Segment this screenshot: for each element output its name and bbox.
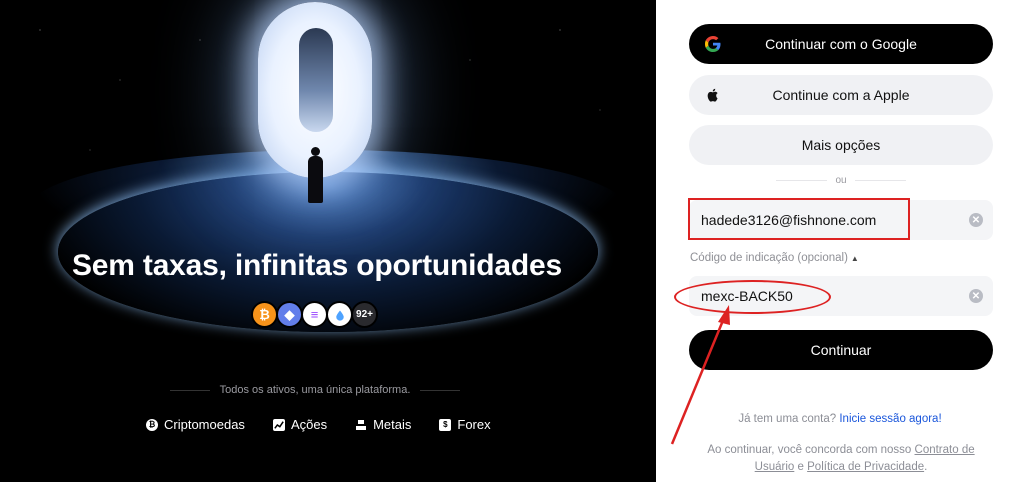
asset-label: Ações: [290, 417, 328, 432]
or-label: ou: [835, 175, 847, 186]
asset-label: Metais: [373, 417, 412, 432]
asset-forex[interactable]: $ Forex: [439, 417, 491, 432]
annotation-rectangle: [688, 198, 910, 240]
metals-icon: [355, 419, 367, 431]
ethereum-icon: ◆: [276, 301, 303, 328]
continue-label: Continuar: [810, 342, 872, 358]
auth-panel: Continuar com o Google Continue com a Ap…: [656, 0, 1024, 482]
asset-stocks[interactable]: Ações: [272, 417, 328, 432]
google-login-button[interactable]: Continuar com o Google: [689, 24, 993, 64]
login-prompt: Já tem uma conta? Inicie sessão agora!: [656, 413, 1024, 425]
referral-label: Código de indicação (opcional): [690, 252, 848, 264]
terms-suffix: .: [924, 461, 928, 473]
terms-text: Ao continuar, você concorda com nosso Co…: [686, 442, 996, 476]
more-options-label: Mais opções: [801, 137, 881, 153]
tagline-row: Todos os ativos, uma única plataforma.: [170, 384, 461, 396]
terms-prefix: Ao continuar, você concorda com nosso: [707, 444, 912, 456]
asset-crypto[interactable]: ₿ Criptomoedas: [146, 417, 245, 432]
clear-referral-icon[interactable]: ✕: [969, 289, 983, 303]
hero-section: Sem taxas, infinitas oportunidades ₿ ◆ ≡…: [0, 0, 656, 482]
privacy-policy-link[interactable]: Política de Privacidade: [807, 461, 924, 473]
apple-label: Continue com a Apple: [772, 87, 910, 103]
more-coins-badge: 92+: [351, 301, 378, 328]
more-options-button[interactable]: Mais opções: [689, 125, 993, 165]
divider: [420, 389, 461, 391]
asset-label: Criptomoedas: [164, 417, 245, 432]
google-icon: [705, 36, 721, 52]
chart-icon: [272, 418, 285, 431]
clear-email-icon[interactable]: ✕: [969, 213, 983, 227]
login-link[interactable]: Inicie sessão agora!: [839, 413, 941, 425]
bitcoin-icon: ₿: [251, 301, 278, 328]
or-divider: ou: [776, 175, 906, 186]
crypto-icon: ₿: [146, 418, 158, 431]
terms-and: e: [797, 461, 804, 473]
hero-title: Sem taxas, infinitas oportunidades: [72, 249, 562, 282]
coin-list: ₿ ◆ ≡ 92+: [251, 301, 378, 329]
solana-icon: ≡: [301, 301, 328, 328]
apple-login-button[interactable]: Continue com a Apple: [689, 75, 993, 115]
sui-icon: [326, 301, 353, 328]
person-silhouette: [305, 147, 325, 203]
asset-categories: ₿ Criptomoedas Ações Metais $ Forex: [146, 417, 491, 432]
have-account-text: Já tem uma conta?: [738, 413, 837, 425]
forex-icon: $: [439, 418, 452, 431]
asset-metals[interactable]: Metais: [355, 417, 411, 432]
asset-label: Forex: [457, 417, 491, 432]
tagline: Todos os ativos, uma única plataforma.: [219, 384, 411, 396]
continue-button[interactable]: Continuar: [689, 330, 993, 370]
zero-portal-hole: [299, 28, 333, 132]
annotation-ellipse: [674, 280, 831, 314]
apple-icon: [705, 87, 721, 103]
google-label: Continuar com o Google: [765, 36, 917, 52]
caret-up-icon: ▲: [850, 254, 859, 263]
divider: [170, 389, 210, 391]
referral-toggle[interactable]: Código de indicação (opcional) ▲: [690, 252, 859, 264]
